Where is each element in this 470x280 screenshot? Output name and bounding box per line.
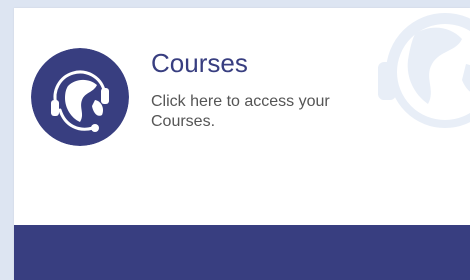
globe-headset-icon <box>31 48 129 146</box>
card-title: Courses <box>151 48 248 78</box>
card-footer-bar[interactable] <box>14 225 470 280</box>
card-description: Click here to access your Courses. <box>151 93 330 130</box>
courses-card[interactable]: Courses Click here to access your Course… <box>14 8 470 280</box>
